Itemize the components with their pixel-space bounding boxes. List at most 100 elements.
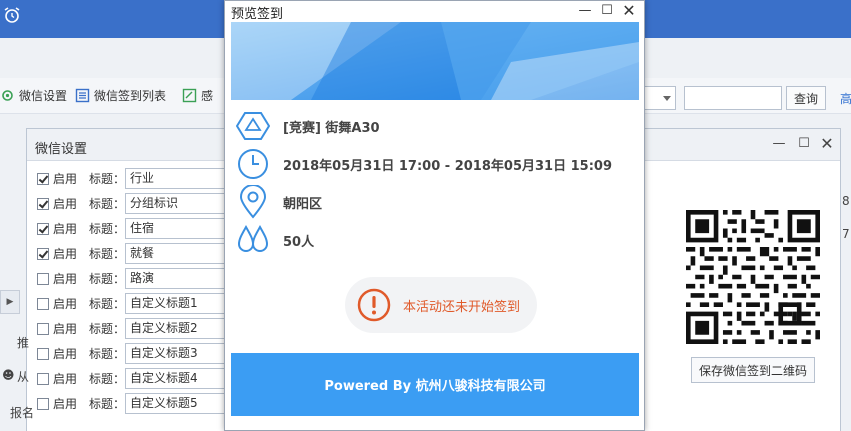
gear-icon: [2, 90, 13, 101]
title-setting-row: 启用 标题： 住宿: [37, 216, 235, 241]
wechat-settings-label: 微信设置: [19, 89, 68, 103]
enable-label: 启用: [53, 222, 78, 236]
event-location: 朝阳区: [283, 196, 323, 212]
event-attendees: 50人: [283, 234, 315, 250]
event-name: [竞赛] 街舞A30: [283, 120, 380, 136]
preview-checkin-modal: 预览签到 — ☐ ✕ [竞赛] 街舞A30 2018年05月31日 17:00 …: [224, 0, 645, 431]
save-qr-button[interactable]: 保存微信签到二维码: [691, 357, 815, 383]
title-input[interactable]: 自定义标题5: [125, 393, 235, 414]
side-text-fragment: 报名: [10, 406, 35, 420]
enable-label: 启用: [53, 247, 78, 261]
title-input[interactable]: 分组标识: [125, 193, 235, 214]
title-setting-row: 启用 标题： 自定义标题2: [37, 316, 235, 341]
title-label: 标题：: [89, 272, 126, 286]
title-label: 标题：: [89, 372, 126, 386]
powered-by-footer: Powered By 杭州八骏科技有限公司: [231, 353, 639, 416]
side-text-fragment: 从: [17, 370, 30, 384]
enable-checkbox[interactable]: [37, 322, 49, 335]
title-label: 标题：: [89, 297, 126, 311]
chevron-down-icon: [663, 96, 671, 101]
title-input[interactable]: 就餐: [125, 243, 235, 264]
event-banner-image: [231, 22, 639, 100]
modal-title: 预览签到: [231, 7, 284, 22]
powered-by-text: Powered By 杭州八骏科技有限公司: [324, 379, 546, 394]
title-label: 标题：: [89, 347, 126, 361]
title-input[interactable]: 自定义标题2: [125, 318, 235, 339]
title-label: 标题：: [89, 197, 126, 211]
enable-label: 启用: [53, 372, 78, 386]
enable-checkbox[interactable]: [37, 347, 49, 360]
modal-titlebar: 预览签到 — ☐ ✕: [225, 1, 644, 22]
dialog-title: 微信设置: [35, 142, 88, 157]
title-input[interactable]: 自定义标题1: [125, 293, 235, 314]
close-icon[interactable]: ✕: [817, 134, 837, 154]
people-icon: [235, 223, 271, 257]
enable-label: 启用: [53, 172, 78, 186]
event-time-range: 2018年05月31日 17:00 - 2018年05月31日 15:09: [283, 158, 612, 174]
side-text-fragment: 推: [17, 336, 30, 350]
partial-tool[interactable]: 感: [182, 87, 213, 104]
enable-label: 启用: [53, 297, 78, 311]
title-input[interactable]: 行业: [125, 168, 235, 189]
enable-label: 启用: [53, 347, 78, 361]
enable-label: 启用: [53, 322, 78, 336]
enable-checkbox[interactable]: [37, 172, 49, 185]
title-label: 标题：: [89, 172, 126, 186]
right-digit-fragment: 7: [842, 227, 850, 241]
title-label: 标题：: [89, 322, 126, 336]
partial-tool-label: 感: [201, 89, 214, 103]
enable-checkbox[interactable]: [37, 372, 49, 385]
enable-label: 启用: [53, 272, 78, 286]
enable-checkbox[interactable]: [37, 272, 49, 285]
minimize-icon[interactable]: —: [576, 2, 594, 20]
alarm-clock-icon: [4, 7, 20, 23]
title-setting-row: 启用 标题： 自定义标题1: [37, 291, 235, 316]
title-setting-row: 启用 标题： 行业: [37, 166, 235, 191]
title-label: 标题：: [89, 397, 126, 411]
event-name-row: [竞赛] 街舞A30: [231, 107, 639, 145]
title-input[interactable]: 自定义标题3: [125, 343, 235, 364]
event-location-row: 朝阳区: [231, 183, 639, 221]
qr-code-image: [686, 210, 820, 344]
flag-hexagon-icon: [235, 109, 271, 143]
enable-checkbox[interactable]: [37, 222, 49, 235]
title-setting-row: 启用 标题： 分组标识: [37, 191, 235, 216]
advanced-link[interactable]: 高: [840, 90, 851, 107]
title-setting-row: 启用 标题： 就餐: [37, 241, 235, 266]
title-setting-row: 启用 标题： 自定义标题3: [37, 341, 235, 366]
filter-dropdown[interactable]: [640, 86, 676, 110]
right-digit-fragment: 8: [842, 194, 850, 208]
location-pin-icon: [235, 185, 271, 219]
event-time-row: 2018年05月31日 17:00 - 2018年05月31日 15:09: [231, 145, 639, 183]
title-setting-row: 启用 标题： 自定义标题5: [37, 391, 235, 416]
enable-label: 启用: [53, 197, 78, 211]
enable-checkbox[interactable]: [37, 297, 49, 310]
title-input[interactable]: 自定义标题4: [125, 368, 235, 389]
title-label: 标题：: [89, 222, 126, 236]
minimize-icon[interactable]: —: [769, 134, 789, 154]
wechat-checkin-list-tool[interactable]: 微信签到列表: [75, 87, 166, 104]
title-settings-list: 启用 标题： 行业 启用 标题： 分组标识 启用 标题： 住宿 启用 标题： 就…: [37, 166, 235, 416]
checkin-status-badge: 本活动还未开始签到: [345, 277, 537, 333]
enable-label: 启用: [53, 397, 78, 411]
title-input[interactable]: 路演: [125, 268, 235, 289]
user-icon: ☻: [2, 368, 15, 382]
maximize-icon[interactable]: ☐: [794, 134, 814, 154]
enable-checkbox[interactable]: [37, 397, 49, 410]
edit-icon: [182, 88, 197, 103]
search-input[interactable]: [684, 86, 782, 110]
maximize-icon[interactable]: ☐: [598, 2, 616, 20]
title-setting-row: 启用 标题： 路演: [37, 266, 235, 291]
event-attendees-row: 50人: [231, 221, 639, 259]
query-button[interactable]: 查询: [786, 86, 826, 110]
list-icon: [75, 88, 90, 103]
title-label: 标题：: [89, 247, 126, 261]
enable-checkbox[interactable]: [37, 197, 49, 210]
wechat-checkin-list-label: 微信签到列表: [94, 89, 167, 103]
warning-icon: [357, 288, 391, 322]
close-icon[interactable]: ✕: [620, 2, 638, 20]
enable-checkbox[interactable]: [37, 247, 49, 260]
wechat-settings-tool[interactable]: 微信设置: [0, 87, 67, 104]
title-input[interactable]: 住宿: [125, 218, 235, 239]
page-nav-button[interactable]: ▶: [0, 290, 20, 314]
